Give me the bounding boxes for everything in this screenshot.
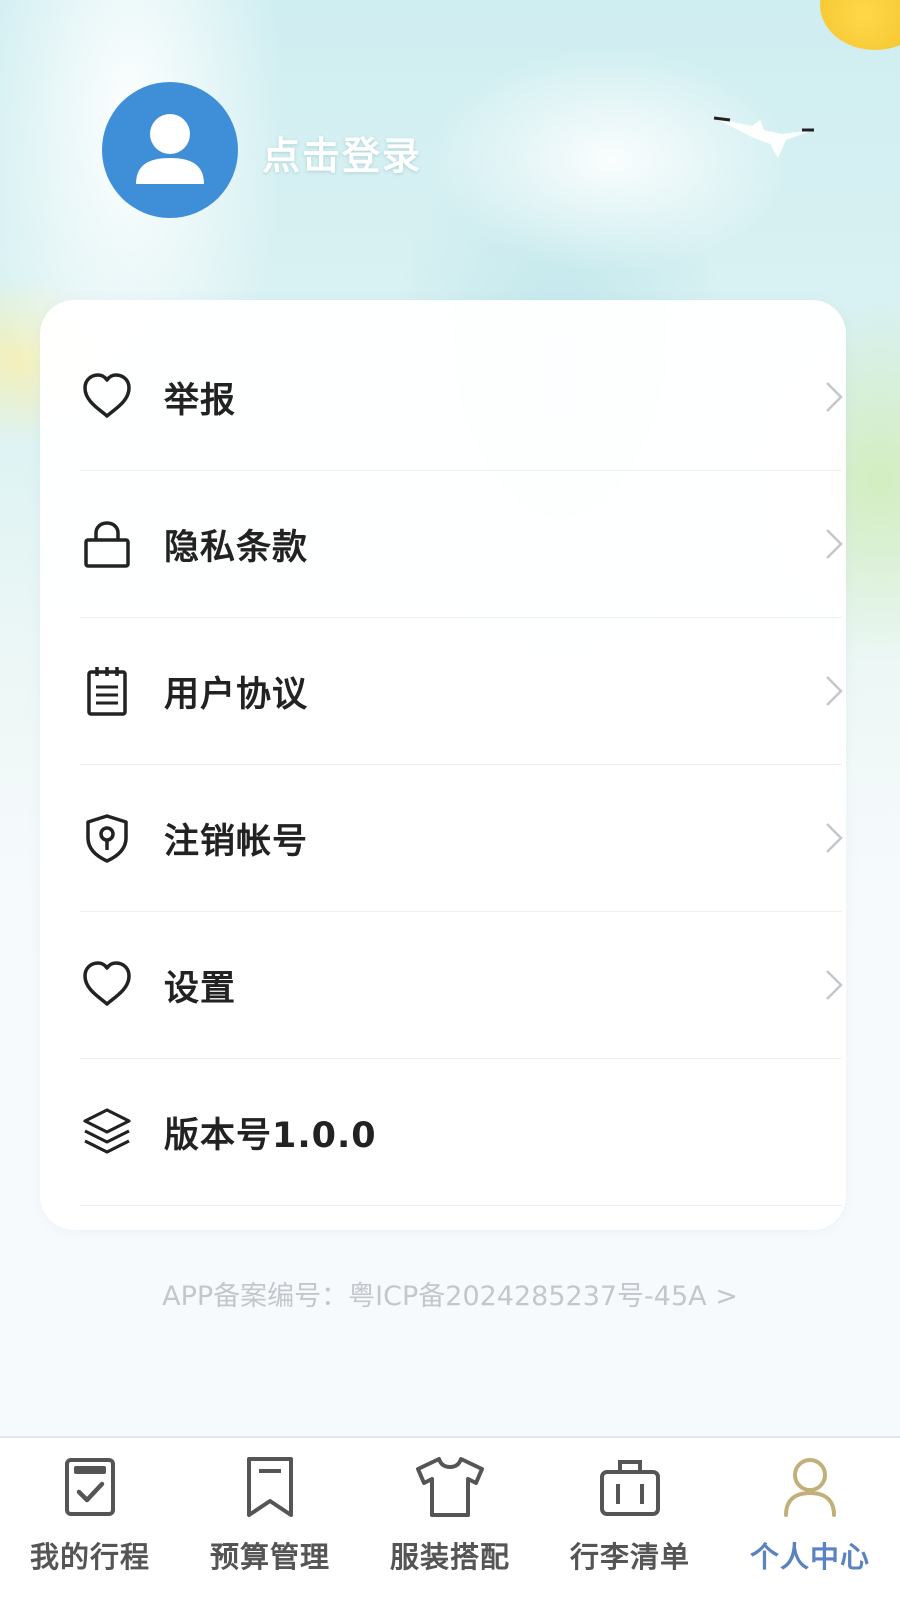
notepad-icon xyxy=(80,664,134,718)
tshirt-icon xyxy=(412,1452,488,1522)
tab-label: 服装搭配 xyxy=(389,1540,510,1574)
tab-luggage[interactable]: 行李清单 xyxy=(540,1438,720,1600)
heart-icon xyxy=(80,958,134,1012)
tab-outfits[interactable]: 服装搭配 xyxy=(360,1438,540,1600)
chevron-right-icon xyxy=(826,529,843,559)
icp-record-link[interactable]: APP备案编号：粤ICP备2024285237号-45A > xyxy=(0,1274,900,1313)
menu-item-user-agreement[interactable]: 用户协议 xyxy=(80,618,843,765)
menu-item-report[interactable]: 举报 xyxy=(80,324,843,471)
heart-icon xyxy=(80,370,134,424)
person-icon xyxy=(772,1452,848,1522)
shield-keyhole-icon xyxy=(80,811,134,865)
tab-label: 我的行程 xyxy=(29,1540,150,1574)
tab-my-trips[interactable]: 我的行程 xyxy=(0,1438,180,1600)
chevron-right-icon xyxy=(826,970,843,1000)
tab-profile[interactable]: 个人中心 xyxy=(720,1438,900,1600)
tab-label: 行李清单 xyxy=(569,1540,690,1574)
menu-item-settings[interactable]: 设置 xyxy=(80,912,843,1059)
menu-item-delete-account[interactable]: 注销帐号 xyxy=(80,765,843,912)
chevron-right-icon xyxy=(826,823,843,853)
menu-item-label: 举报 xyxy=(164,380,237,421)
tab-label: 预算管理 xyxy=(209,1540,330,1574)
lock-icon xyxy=(80,517,134,571)
chevron-right-icon xyxy=(826,382,843,412)
version-label: 版本号1.0.0 xyxy=(164,1115,377,1156)
checklist-icon xyxy=(52,1452,128,1522)
suitcase-icon xyxy=(592,1452,668,1522)
tab-budget[interactable]: 预算管理 xyxy=(180,1438,360,1600)
bird-decoration xyxy=(713,116,814,158)
menu-card: 举报 隐私条款 用户协议 注销帐号 设置 版本号1.0.0 xyxy=(40,300,846,1230)
chevron-right-icon xyxy=(826,676,843,706)
bottom-tab-bar: 我的行程 预算管理 服装搭配 行李清单 个人中心 xyxy=(0,1436,900,1600)
menu-item-version: 版本号1.0.0 xyxy=(80,1059,842,1206)
menu-item-label: 设置 xyxy=(164,968,237,1009)
avatar[interactable] xyxy=(102,82,238,218)
menu-item-label: 注销帐号 xyxy=(164,821,309,862)
menu-item-label: 用户协议 xyxy=(164,674,309,715)
user-avatar-icon xyxy=(136,114,204,184)
menu-item-label: 隐私条款 xyxy=(164,527,309,568)
bookmark-icon xyxy=(232,1452,308,1522)
layers-icon xyxy=(80,1105,134,1159)
tab-label: 个人中心 xyxy=(749,1540,870,1574)
login-link[interactable]: 点击登录 xyxy=(262,125,422,180)
menu-item-privacy[interactable]: 隐私条款 xyxy=(80,471,843,618)
